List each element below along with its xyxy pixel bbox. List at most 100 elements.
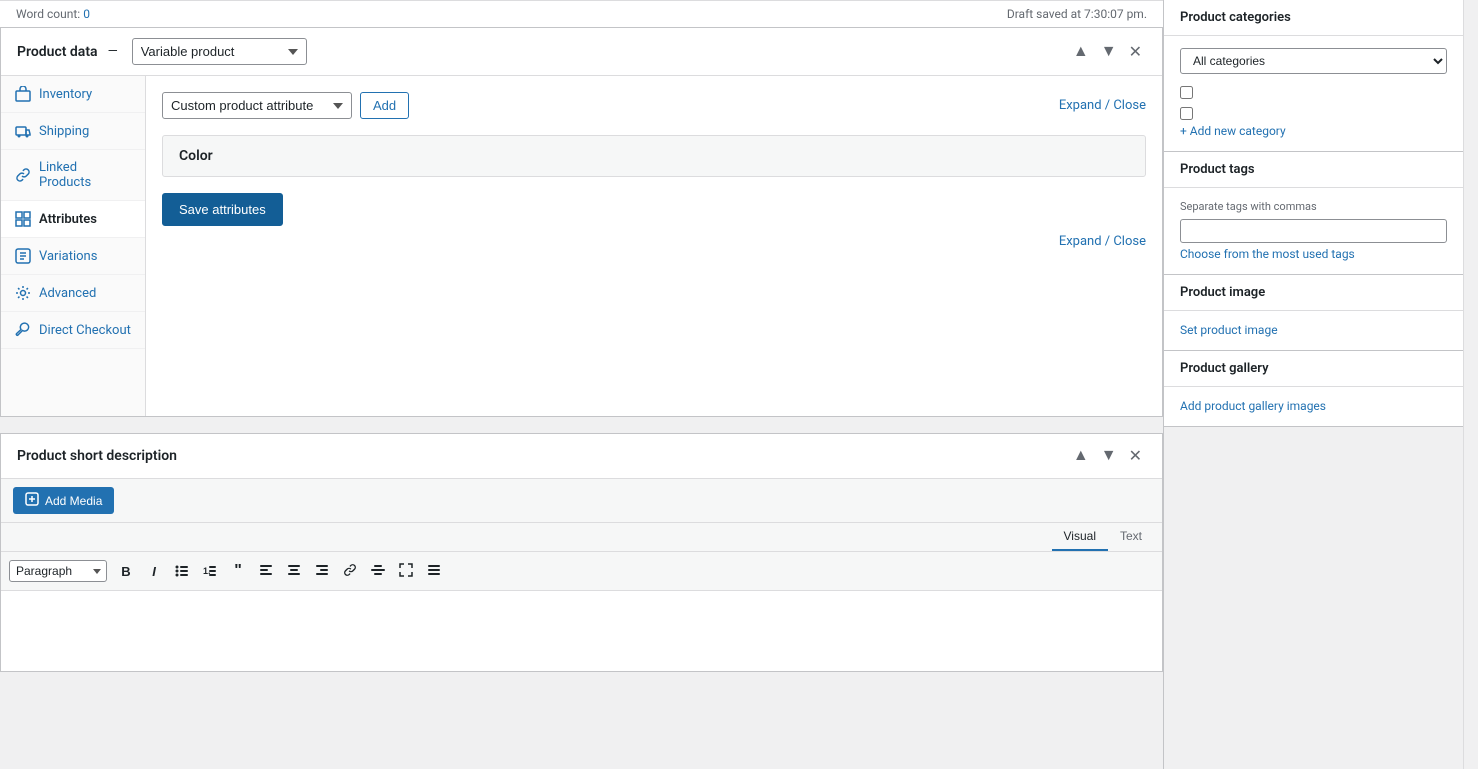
nav-item-direct-checkout[interactable]: Direct Checkout bbox=[1, 312, 145, 349]
product-categories-header: Product categories bbox=[1164, 0, 1463, 36]
product-data-body: Inventory Shipping Linked Products bbox=[1, 76, 1162, 416]
grid-icon bbox=[15, 211, 31, 227]
collapse-down-button[interactable]: ▼ bbox=[1097, 40, 1121, 64]
category-checkbox-1[interactable] bbox=[1180, 86, 1193, 99]
product-gallery-body: Add product gallery images bbox=[1164, 387, 1463, 426]
product-gallery-title: Product gallery bbox=[1180, 361, 1269, 376]
add-media-bar: Add Media bbox=[1, 479, 1162, 523]
toolbar-toggle-button[interactable] bbox=[421, 559, 447, 584]
gear-icon bbox=[15, 285, 31, 301]
box-icon bbox=[15, 86, 31, 102]
categories-select[interactable]: All categories bbox=[1180, 48, 1447, 74]
editor-tabs: Visual Text bbox=[1, 523, 1162, 552]
toolbar-blockquote-button[interactable]: " bbox=[225, 558, 251, 584]
product-data-section: Product data — Simple productVariable pr… bbox=[0, 27, 1163, 417]
nav-item-direct-checkout-label: Direct Checkout bbox=[39, 323, 131, 338]
wrench-icon bbox=[15, 322, 31, 338]
product-gallery-panel: Product gallery Add product gallery imag… bbox=[1164, 351, 1463, 427]
nav-item-attributes-label: Attributes bbox=[39, 212, 97, 227]
toolbar-horizontal-rule-button[interactable] bbox=[365, 559, 391, 584]
short-description-body: Add Media Visual Text ParagraphHeading 1… bbox=[1, 479, 1162, 671]
truck-icon bbox=[15, 123, 31, 139]
product-type-select[interactable]: Simple productVariable productGrouped pr… bbox=[132, 38, 307, 65]
product-image-header: Product image bbox=[1164, 275, 1463, 311]
choose-from-tags-link[interactable]: Choose from the most used tags bbox=[1180, 247, 1355, 261]
nav-item-attributes[interactable]: Attributes bbox=[1, 201, 145, 238]
editor-toolbar: ParagraphHeading 1Heading 2Heading 3Pref… bbox=[1, 552, 1162, 591]
toolbar-align-right-button[interactable] bbox=[309, 559, 335, 584]
tags-input[interactable] bbox=[1180, 219, 1447, 243]
nav-item-linked-products[interactable]: Linked Products bbox=[1, 150, 145, 201]
close-button[interactable]: ✕ bbox=[1125, 40, 1146, 64]
toolbar-ordered-list-button[interactable]: 1. bbox=[197, 559, 223, 584]
word-count-bar: Word count: 0 Draft saved at 7:30:07 pm. bbox=[0, 0, 1163, 27]
nav-item-advanced[interactable]: Advanced bbox=[1, 275, 145, 312]
paragraph-select[interactable]: ParagraphHeading 1Heading 2Heading 3Pref… bbox=[9, 560, 107, 582]
product-data-collapse-controls: ▲ ▼ ✕ bbox=[1069, 40, 1146, 64]
set-product-image-link[interactable]: Set product image bbox=[1180, 323, 1278, 337]
nav-item-inventory[interactable]: Inventory bbox=[1, 76, 145, 113]
short-description-header: Product short description ▲ ▼ ✕ bbox=[1, 434, 1162, 479]
nav-item-inventory-label: Inventory bbox=[39, 87, 92, 102]
add-attribute-button[interactable]: Add bbox=[360, 92, 409, 119]
attribute-select-row: Custom product attribute Add Expand / Cl… bbox=[162, 92, 1146, 119]
short-desc-collapse-controls: ▲ ▼ ✕ bbox=[1069, 444, 1146, 468]
link-icon bbox=[15, 167, 31, 183]
nav-item-variations-label: Variations bbox=[39, 249, 97, 264]
product-image-body: Set product image bbox=[1164, 311, 1463, 350]
editor-content-area[interactable] bbox=[1, 591, 1162, 671]
category-checkbox-2[interactable] bbox=[1180, 107, 1193, 120]
short-description-section: Product short description ▲ ▼ ✕ Add Medi… bbox=[0, 433, 1163, 672]
product-tags-panel: Product tags Separate tags with commas C… bbox=[1164, 152, 1463, 275]
product-categories-title: Product categories bbox=[1180, 10, 1291, 25]
word-count-label: Word count: 0 bbox=[16, 7, 90, 21]
short-desc-collapse-down-button[interactable]: ▼ bbox=[1097, 444, 1121, 468]
product-gallery-header: Product gallery bbox=[1164, 351, 1463, 387]
toolbar-align-center-button[interactable] bbox=[281, 559, 307, 584]
bottom-expand-row: Expand / Close bbox=[162, 234, 1146, 249]
toolbar-bold-button[interactable]: B bbox=[113, 560, 139, 583]
save-attributes-button[interactable]: Save attributes bbox=[162, 193, 283, 226]
attribute-dropdown[interactable]: Custom product attribute bbox=[162, 92, 352, 119]
short-description-title: Product short description bbox=[17, 448, 177, 464]
collapse-up-button[interactable]: ▲ bbox=[1069, 40, 1093, 64]
right-sidebar: Product categories All categories + Add … bbox=[1163, 0, 1463, 769]
add-product-gallery-link[interactable]: Add product gallery images bbox=[1180, 399, 1326, 413]
product-image-panel: Product image Set product image bbox=[1164, 275, 1463, 351]
product-data-dash: — bbox=[108, 44, 118, 59]
product-image-title: Product image bbox=[1180, 285, 1265, 300]
expand-close-top-link[interactable]: Expand / Close bbox=[1059, 98, 1146, 113]
nav-item-shipping-label: Shipping bbox=[39, 124, 89, 139]
product-data-header: Product data — Simple productVariable pr… bbox=[1, 28, 1162, 76]
toolbar-fullscreen-button[interactable] bbox=[393, 559, 419, 584]
scrollbar-area bbox=[1463, 0, 1478, 769]
toolbar-italic-button[interactable]: I bbox=[141, 560, 167, 583]
toolbar-link-button[interactable] bbox=[337, 559, 363, 584]
nav-item-advanced-label: Advanced bbox=[39, 286, 96, 301]
product-data-nav: Inventory Shipping Linked Products bbox=[1, 76, 146, 416]
product-tags-body: Separate tags with commas Choose from th… bbox=[1164, 188, 1463, 274]
nav-item-variations[interactable]: Variations bbox=[1, 238, 145, 275]
nav-item-shipping[interactable]: Shipping bbox=[1, 113, 145, 150]
short-desc-close-button[interactable]: ✕ bbox=[1125, 444, 1146, 468]
tab-text[interactable]: Text bbox=[1108, 523, 1154, 551]
short-desc-collapse-up-button[interactable]: ▲ bbox=[1069, 444, 1093, 468]
tab-visual[interactable]: Visual bbox=[1052, 523, 1108, 551]
product-categories-panel: Product categories All categories + Add … bbox=[1164, 0, 1463, 152]
expand-close-bottom-link[interactable]: Expand / Close bbox=[1059, 234, 1146, 249]
variations-icon bbox=[15, 248, 31, 264]
add-media-button[interactable]: Add Media bbox=[13, 487, 114, 514]
product-data-title: Product data bbox=[17, 44, 98, 60]
add-media-icon bbox=[25, 492, 39, 509]
product-tags-header: Product tags bbox=[1164, 152, 1463, 188]
color-attribute-label: Color bbox=[179, 148, 213, 164]
toolbar-align-left-button[interactable] bbox=[253, 559, 279, 584]
add-new-category-link[interactable]: + Add new category bbox=[1180, 124, 1286, 138]
attribute-select-left: Custom product attribute Add bbox=[162, 92, 409, 119]
category-checkbox-row-1 bbox=[1180, 82, 1447, 103]
add-media-label: Add Media bbox=[45, 494, 102, 508]
draft-saved-text: Draft saved at 7:30:07 pm. bbox=[1007, 7, 1147, 21]
toolbar-unordered-list-button[interactable] bbox=[169, 559, 195, 584]
word-count-value: 0 bbox=[83, 7, 90, 21]
product-categories-body: All categories + Add new category bbox=[1164, 36, 1463, 151]
